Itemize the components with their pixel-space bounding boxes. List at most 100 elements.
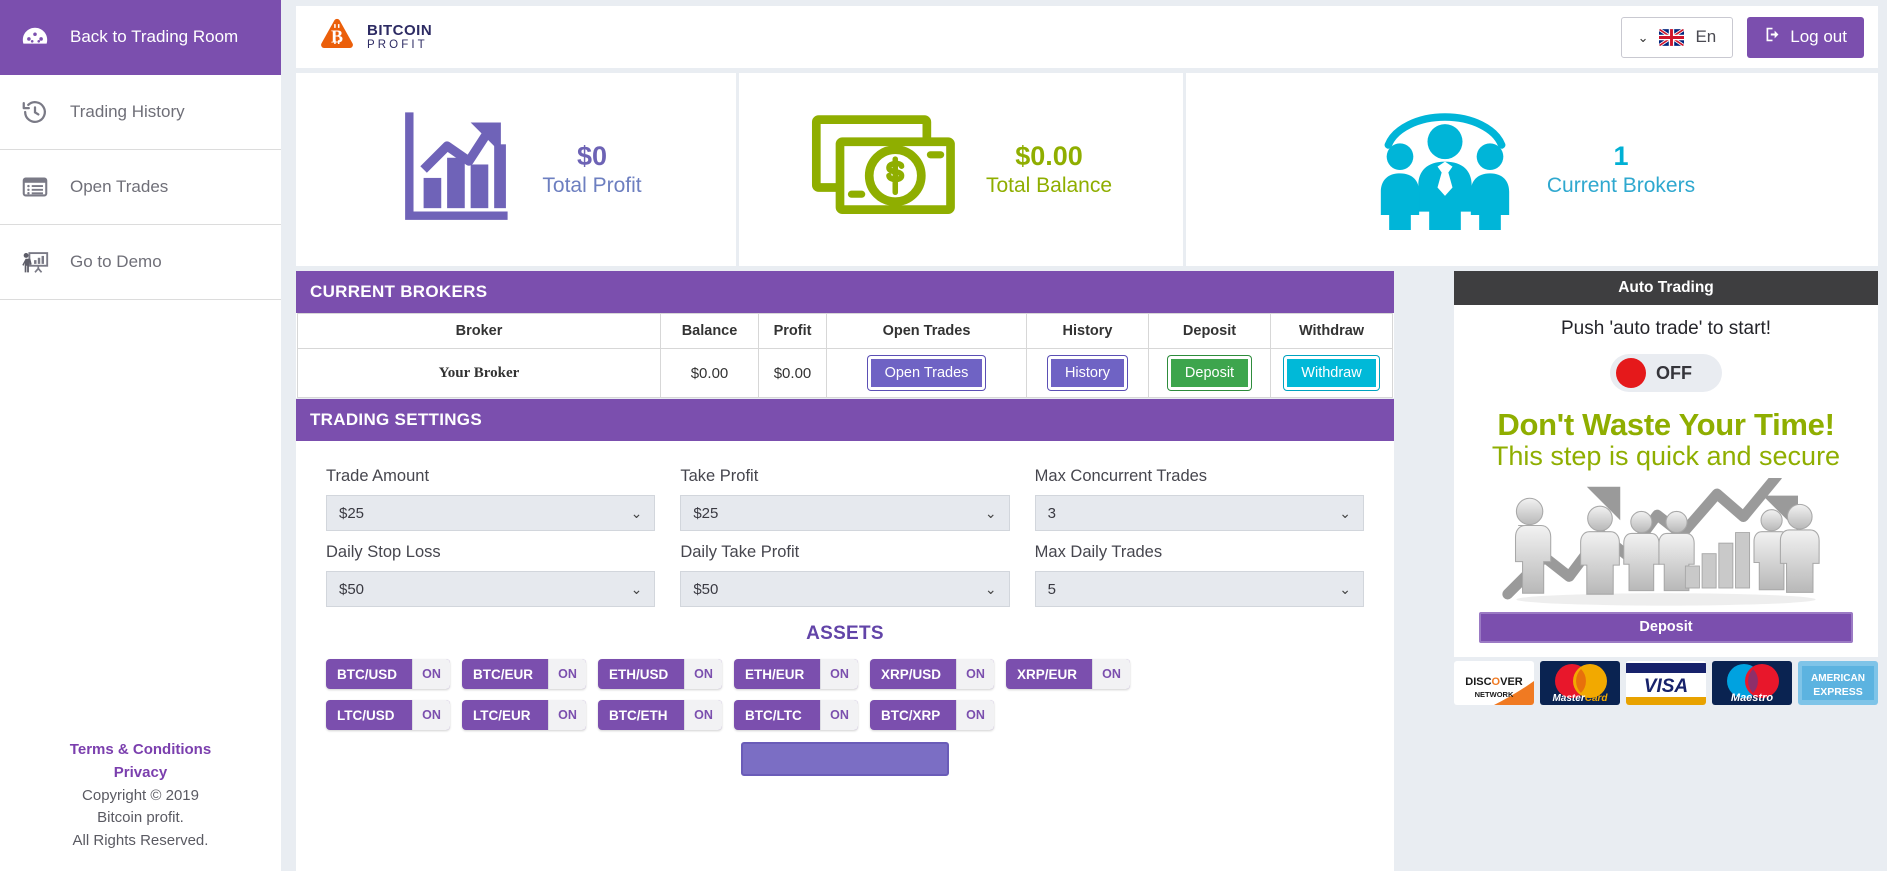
stat-value: 1 (1613, 141, 1628, 171)
toggle-indicator-icon (1616, 358, 1646, 388)
asset-name: ETH/USD (598, 667, 680, 682)
select-value: $50 (339, 581, 364, 598)
dashboard-icon (16, 19, 54, 57)
banknotes-icon (810, 111, 960, 228)
logout-button[interactable]: Log out (1747, 17, 1864, 58)
logout-label: Log out (1790, 27, 1847, 47)
svg-text:NETWORK: NETWORK (1475, 690, 1514, 699)
col-broker: Broker (298, 314, 661, 349)
asset-state[interactable]: ON (548, 700, 586, 730)
asset-toggle-ltc-eur[interactable]: LTC/EUR ON (462, 700, 586, 730)
current-brokers-panel: CURRENT BROKERS Broker Balance Profit Op… (296, 271, 1394, 398)
field-max-daily-trades: Max Daily Trades 5 ⌄ (1035, 543, 1364, 607)
toggle-state-label: OFF (1656, 363, 1692, 384)
col-profit: Profit (759, 314, 827, 349)
svg-text:Maestro: Maestro (1731, 692, 1773, 704)
chevron-down-icon: ⌄ (1638, 31, 1649, 44)
asset-toggle-btc-usd[interactable]: BTC/USD ON (326, 659, 450, 689)
auto-trade-toggle[interactable]: OFF (1610, 354, 1722, 392)
assets-row-2: LTC/USD ON LTC/EUR ON BTC/ETH ON BTC/LTC… (326, 700, 1364, 730)
take-profit-select[interactable]: $25 ⌄ (680, 495, 1009, 531)
sidebar-item-open-trades[interactable]: Open Trades (0, 150, 281, 225)
table-row: Your Broker $0.00 $0.00 Open Trades Hist… (298, 349, 1393, 398)
deposit-button[interactable]: Deposit (1168, 356, 1251, 390)
trade-amount-select[interactable]: $25 ⌄ (326, 495, 655, 531)
asset-name: BTC/ETH (598, 708, 680, 723)
sidebar-item-go-to-demo[interactable]: Go to Demo (0, 225, 281, 300)
asset-name: ETH/EUR (734, 667, 816, 682)
auto-trading-panel: Auto Trading Push 'auto trade' to start!… (1454, 271, 1878, 871)
sidebar: Back to Trading Room Trading History (0, 0, 281, 871)
settings-row-2: Daily Stop Loss $50 ⌄ Daily Take Profit … (326, 543, 1364, 607)
chevron-down-icon: ⌄ (631, 505, 643, 522)
rights-text: All Rights Reserved. (8, 830, 273, 853)
uk-flag-icon (1659, 29, 1684, 46)
asset-toggle-btc-eth[interactable]: BTC/ETH ON (598, 700, 722, 730)
asset-toggle-ltc-usd[interactable]: LTC/USD ON (326, 700, 450, 730)
privacy-link[interactable]: Privacy (8, 762, 273, 785)
asset-toggle-btc-xrp[interactable]: BTC/XRP ON (870, 700, 994, 730)
promo-line-1: Don't Waste Your Time! (1458, 408, 1874, 441)
brokers-table: Broker Balance Profit Open Trades Histor… (297, 313, 1393, 398)
asset-state[interactable]: ON (820, 659, 858, 689)
top-bar-actions: ⌄ En (1621, 17, 1864, 58)
select-value: 5 (1048, 581, 1056, 598)
terms-link[interactable]: Terms & Conditions (8, 739, 273, 762)
panel-deposit-button[interactable]: Deposit (1479, 612, 1853, 643)
stat-card-total-balance: $0.00 Total Balance (739, 73, 1183, 266)
sidebar-item-back-to-trading-room[interactable]: Back to Trading Room (0, 0, 281, 75)
assets-row-1: BTC/USD ON BTC/EUR ON ETH/USD ON ETH/EUR… (326, 659, 1364, 689)
settings-row-1: Trade Amount $25 ⌄ Take Profit $25 ⌄ (326, 467, 1364, 531)
save-settings-button[interactable] (741, 742, 949, 776)
asset-state[interactable]: ON (820, 700, 858, 730)
asset-toggle-xrp-usd[interactable]: XRP/USD ON (870, 659, 994, 689)
field-label: Daily Take Profit (680, 543, 1009, 562)
field-max-concurrent-trades: Max Concurrent Trades 3 ⌄ (1035, 467, 1364, 531)
broker-name: Your Broker (298, 349, 661, 398)
max-daily-trades-select[interactable]: 5 ⌄ (1035, 571, 1364, 607)
asset-toggle-eth-usd[interactable]: ETH/USD ON (598, 659, 722, 689)
open-trades-button[interactable]: Open Trades (868, 356, 986, 390)
auto-trading-hint: Push 'auto trade' to start! (1454, 318, 1878, 340)
top-bar: B BITCOIN PROFIT ⌄ (296, 6, 1878, 68)
visa-icon: VISA (1626, 661, 1706, 705)
withdraw-button[interactable]: Withdraw (1284, 356, 1378, 390)
chevron-down-icon: ⌄ (985, 505, 997, 522)
auto-trade-toggle-wrap: OFF (1454, 354, 1878, 392)
asset-state[interactable]: ON (548, 659, 586, 689)
daily-stop-loss-select[interactable]: $50 ⌄ (326, 571, 655, 607)
field-label: Daily Stop Loss (326, 543, 655, 562)
asset-state[interactable]: ON (684, 659, 722, 689)
broker-open-trades-cell: Open Trades (827, 349, 1027, 398)
col-withdraw: Withdraw (1271, 314, 1393, 349)
history-button[interactable]: History (1048, 356, 1127, 390)
svg-text:DISCOVER: DISCOVER (1465, 676, 1523, 688)
col-balance: Balance (661, 314, 759, 349)
assets-title: ASSETS (326, 623, 1364, 645)
asset-toggle-btc-eur[interactable]: BTC/EUR ON (462, 659, 586, 689)
table-header-row: Broker Balance Profit Open Trades Histor… (298, 314, 1393, 349)
asset-toggle-eth-eur[interactable]: ETH/EUR ON (734, 659, 858, 689)
sidebar-item-trading-history[interactable]: Trading History (0, 75, 281, 150)
promo-line-2: This step is quick and secure (1458, 441, 1874, 471)
deposit-button-wrap: Deposit (1454, 612, 1878, 657)
asset-state[interactable]: ON (1092, 659, 1130, 689)
col-deposit: Deposit (1149, 314, 1271, 349)
sidebar-item-label: Back to Trading Room (70, 28, 238, 47)
svg-text:B: B (331, 26, 343, 46)
chevron-down-icon: ⌄ (1339, 581, 1351, 598)
language-selector[interactable]: ⌄ En (1621, 17, 1734, 58)
asset-state[interactable]: ON (956, 700, 994, 730)
asset-state[interactable]: ON (684, 700, 722, 730)
asset-toggle-btc-ltc[interactable]: BTC/LTC ON (734, 700, 858, 730)
brand-logo[interactable]: B BITCOIN PROFIT (318, 17, 432, 58)
asset-state[interactable]: ON (412, 700, 450, 730)
max-concurrent-trades-select[interactable]: 3 ⌄ (1035, 495, 1364, 531)
promo-banner: Don't Waste Your Time! This step is quic… (1454, 402, 1878, 472)
presentation-icon (16, 243, 54, 281)
daily-take-profit-select[interactable]: $50 ⌄ (680, 571, 1009, 607)
field-trade-amount: Trade Amount $25 ⌄ (326, 467, 655, 531)
asset-state[interactable]: ON (412, 659, 450, 689)
asset-toggle-xrp-eur[interactable]: XRP/EUR ON (1006, 659, 1130, 689)
asset-state[interactable]: ON (956, 659, 994, 689)
